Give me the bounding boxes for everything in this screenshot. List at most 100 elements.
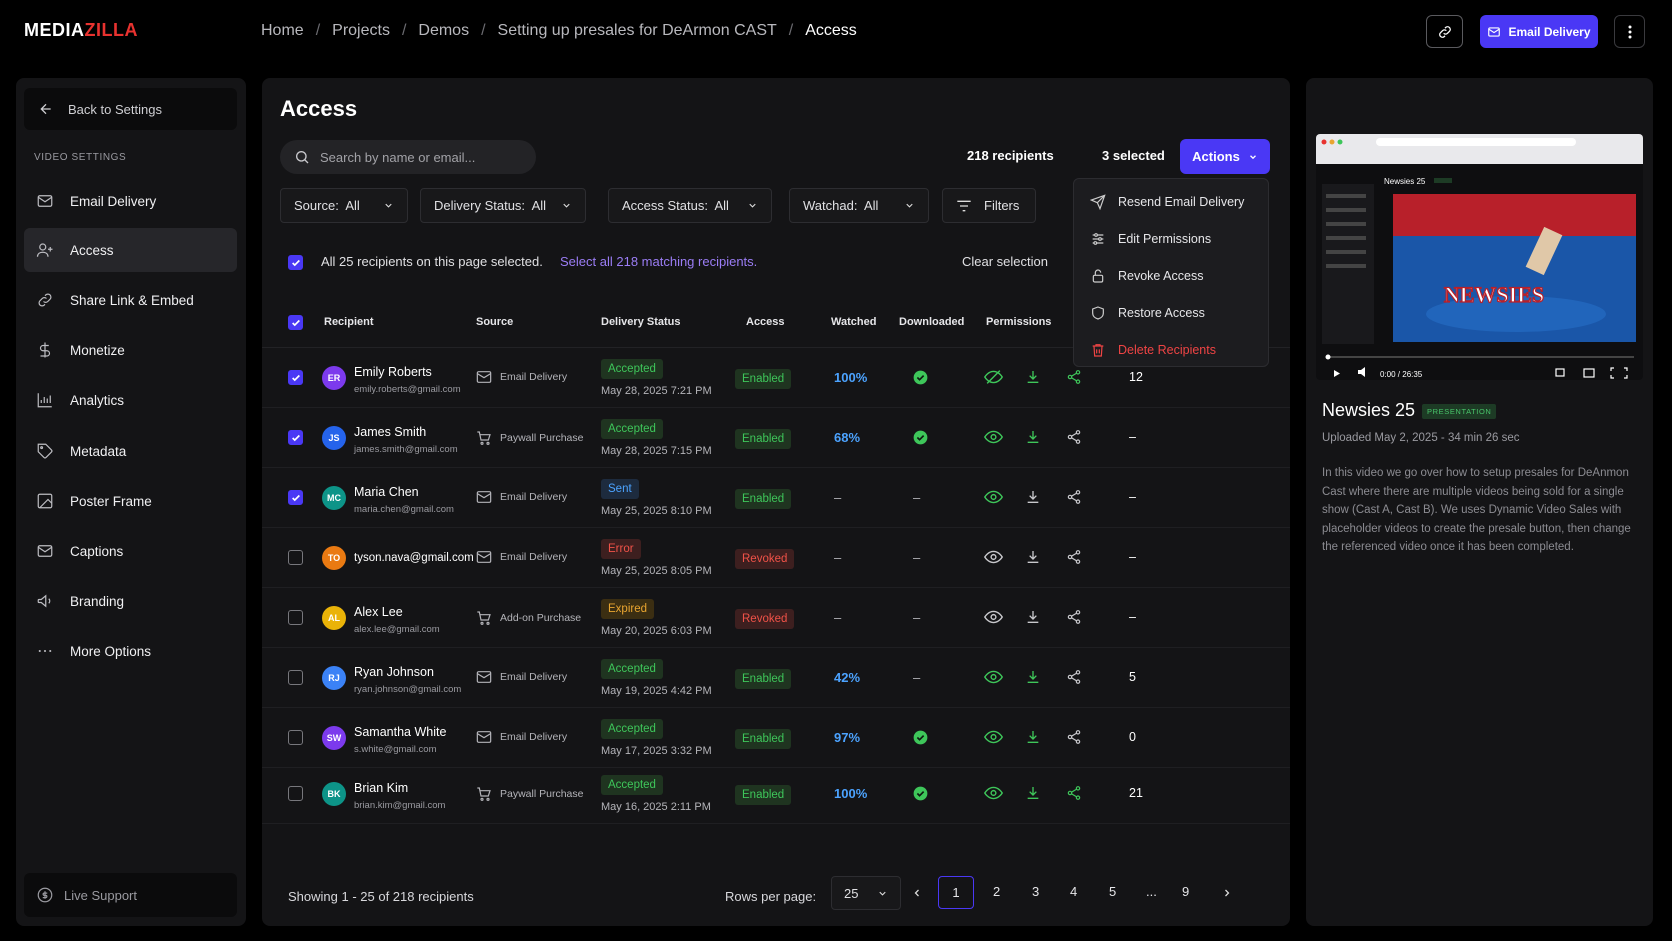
recipient-name: Alex Lee [354, 605, 403, 619]
row-checkbox[interactable] [288, 610, 303, 625]
page-2-button[interactable]: 2 [993, 884, 1000, 899]
back-to-settings-button[interactable]: Back to Settings [24, 88, 237, 130]
breadcrumb-current: Access [805, 22, 857, 39]
select-all-link[interactable]: Select all 218 matching recipients. [560, 254, 757, 269]
row-checkbox[interactable] [288, 786, 303, 801]
sidebar-item-analytics[interactable]: Analytics [24, 378, 237, 422]
view-permission-toggle[interactable] [983, 785, 1004, 804]
view-permission-toggle[interactable] [983, 549, 1004, 568]
table-row[interactable]: AL Alex Lee alex.lee@gmail.com Add-on Purch… [262, 588, 1290, 648]
column-access[interactable]: Access [746, 316, 785, 328]
view-permission-toggle[interactable] [983, 489, 1004, 508]
download-permission-toggle[interactable] [1025, 669, 1041, 688]
avatar: BK [322, 782, 346, 806]
next-page-button[interactable] [1221, 886, 1233, 903]
table-row[interactable]: TO tyson.nava@gmail.com Email Delivery Erro… [262, 528, 1290, 588]
view-permission-toggle[interactable] [983, 729, 1004, 748]
download-permission-toggle[interactable] [1025, 369, 1041, 388]
download-permission-toggle[interactable] [1025, 609, 1041, 628]
select-page-checkbox[interactable] [288, 255, 303, 270]
breadcrumb-demos[interactable]: Demos [418, 22, 469, 40]
sidebar-item-metadata[interactable]: Metadata [24, 429, 237, 473]
download-permission-toggle[interactable] [1025, 729, 1041, 748]
copy-link-button[interactable] [1426, 15, 1463, 48]
restore-access-item[interactable]: Restore Access [1090, 305, 1205, 321]
row-checkbox[interactable] [288, 730, 303, 745]
sidebar-item-poster-frame[interactable]: Poster Frame [24, 479, 237, 523]
edit-permissions-item[interactable]: Edit Permissions [1090, 231, 1211, 247]
table-row[interactable]: MC Maria Chen maria.chen@gmail.com Email De… [262, 468, 1290, 528]
share-permission-toggle[interactable] [1066, 549, 1082, 568]
access-status-filter[interactable]: Access Status: All [608, 188, 772, 223]
sidebar-item-branding[interactable]: Branding [24, 579, 237, 623]
filters-button[interactable]: Filters [942, 188, 1036, 223]
column-watched[interactable]: Watched [831, 316, 876, 328]
page-9-button[interactable]: 9 [1182, 884, 1189, 899]
source-filter[interactable]: Source: All [280, 188, 408, 223]
breadcrumb-projects[interactable]: Projects [332, 22, 390, 40]
row-checkbox[interactable] [288, 670, 303, 685]
view-permission-toggle[interactable] [983, 369, 1004, 388]
row-checkbox[interactable] [288, 430, 303, 445]
delete-recipients-item[interactable]: Delete Recipients [1090, 342, 1216, 358]
breadcrumb-video[interactable]: Setting up presales for DeArmon CAST [498, 22, 777, 40]
table-row[interactable]: RJ Ryan Johnson ryan.johnson@gmail.com Emai… [262, 648, 1290, 708]
delivery-status-filter[interactable]: Delivery Status: All [420, 188, 586, 223]
download-permission-toggle[interactable] [1025, 489, 1041, 508]
view-permission-toggle[interactable] [983, 609, 1004, 628]
view-permission-toggle[interactable] [983, 669, 1004, 688]
column-permissions[interactable]: Permissions [986, 316, 1051, 328]
share-permission-toggle[interactable] [1066, 669, 1082, 688]
table-row[interactable]: SW Samantha White s.white@gmail.com Email D… [262, 708, 1290, 768]
actions-button[interactable]: Actions [1180, 139, 1270, 174]
watched-filter[interactable]: Watchad: All [789, 188, 929, 223]
column-downloaded[interactable]: Downloaded [899, 316, 964, 328]
column-recipient[interactable]: Recipient [324, 316, 374, 328]
clear-selection-button[interactable]: Clear selection [962, 254, 1048, 269]
sidebar-item-email-delivery[interactable]: Email Delivery [24, 179, 237, 223]
breadcrumb-home[interactable]: Home [261, 22, 304, 40]
column-delivery-status[interactable]: Delivery Status [601, 316, 680, 328]
select-all-checkbox[interactable] [288, 315, 303, 330]
download-permission-toggle[interactable] [1025, 785, 1041, 804]
more-menu-button[interactable] [1614, 15, 1645, 48]
table-row[interactable]: BK Brian Kim brian.kim@gmail.com Paywall Pu… [262, 764, 1290, 824]
video-player[interactable]: Newsies 25 NEWSIES 0:00 / 26:35 [1316, 134, 1643, 380]
share-permission-toggle[interactable] [1066, 489, 1082, 508]
page-3-button[interactable]: 3 [1032, 884, 1039, 899]
search-input[interactable] [320, 149, 520, 165]
share-permission-toggle[interactable] [1066, 609, 1082, 628]
page-1-button[interactable]: 1 [938, 876, 974, 909]
rows-per-page-select[interactable]: 25 [831, 876, 901, 910]
page-5-button[interactable]: 5 [1109, 884, 1116, 899]
row-count-value: 5 [1129, 670, 1136, 684]
resend-email-delivery-item[interactable]: Resend Email Delivery [1090, 194, 1244, 210]
page-4-button[interactable]: 4 [1070, 884, 1077, 899]
column-source[interactable]: Source [476, 316, 513, 328]
sidebar-item-captions[interactable]: Captions [24, 529, 237, 573]
share-permission-toggle[interactable] [1066, 429, 1082, 448]
check-icon [291, 259, 300, 266]
brand-logo[interactable]: MEDIAZILLA [24, 20, 138, 41]
eye-icon [983, 670, 1004, 684]
prev-page-button[interactable] [911, 886, 923, 903]
row-checkbox[interactable] [288, 550, 303, 565]
sidebar-item-more-options[interactable]: More Options [24, 629, 237, 673]
sidebar-item-monetize[interactable]: Monetize [24, 328, 237, 372]
share-permission-toggle[interactable] [1066, 729, 1082, 748]
share-permission-toggle[interactable] [1066, 785, 1082, 804]
share-permission-toggle[interactable] [1066, 369, 1082, 388]
filter-icon [957, 200, 971, 211]
row-checkbox[interactable] [288, 490, 303, 505]
email-delivery-button[interactable]: Email Delivery [1480, 15, 1598, 48]
download-permission-toggle[interactable] [1025, 429, 1041, 448]
row-checkbox[interactable] [288, 370, 303, 385]
download-permission-toggle[interactable] [1025, 549, 1041, 568]
live-support-button[interactable]: Live Support [24, 873, 237, 917]
sidebar-item-access[interactable]: Access [24, 228, 237, 272]
view-permission-toggle[interactable] [983, 429, 1004, 448]
table-row[interactable]: JS James Smith james.smith@gmail.com Paywal… [262, 408, 1290, 468]
shield-icon [1092, 306, 1104, 320]
revoke-access-item[interactable]: Revoke Access [1090, 268, 1203, 284]
sidebar-item-share-link[interactable]: Share Link & Embed [24, 278, 237, 322]
